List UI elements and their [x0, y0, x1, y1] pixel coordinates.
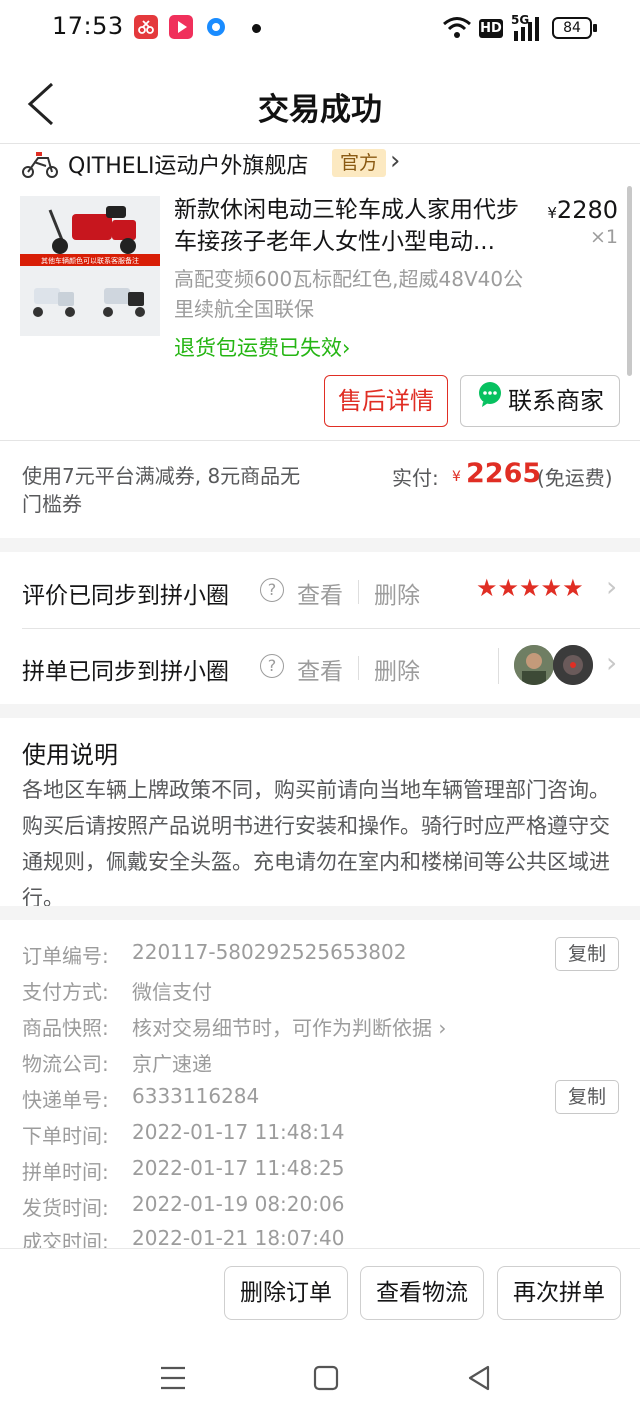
page-title: 交易成功 — [258, 92, 382, 128]
home-icon[interactable] — [313, 1365, 339, 1391]
paid-currency: ¥ — [452, 469, 461, 485]
help-icon[interactable]: ? — [260, 654, 284, 678]
logistics-company-label: 物流公司: — [22, 1052, 109, 1076]
payment-method-value: 微信支付 — [132, 980, 212, 1004]
contact-merchant-button[interactable]: 联系商家 — [460, 375, 620, 427]
product-title[interactable]: 新款休闲电动三轮车成人家用代步车接孩子老年人女性小型电动... — [174, 194, 534, 258]
ship-time-label: 发货时间: — [22, 1196, 109, 1220]
separator — [358, 580, 359, 604]
copy-tracking-number-button[interactable]: 复制 — [555, 1080, 619, 1114]
order-time-label: 下单时间: — [22, 1124, 109, 1148]
paid-label: 实付: — [392, 466, 439, 490]
hd-badge: HD — [479, 19, 503, 38]
copy-order-number-button[interactable]: 复制 — [555, 937, 619, 971]
price-currency: ¥ — [547, 204, 557, 222]
logistics-company-value: 京广速递 — [132, 1052, 212, 1076]
ship-time-value: 2022-01-19 08:20:06 — [132, 1192, 345, 1216]
product-price: ¥2280 — [547, 196, 618, 224]
usage-text: 各地区车辆上牌政策不同，购买前请向当地车辆管理部门咨询。购买后请按照产品说明书进… — [22, 778, 610, 910]
tracking-number-value: 6333116284 — [132, 1084, 260, 1108]
wifi-icon — [443, 17, 471, 38]
video-play-icon — [169, 15, 193, 39]
view-logistics-button[interactable]: 查看物流 — [360, 1266, 484, 1320]
refund-note: 退货包运费已失效 — [174, 336, 342, 360]
store-name[interactable]: QITHELI运动户外旗舰店 — [68, 148, 308, 180]
usage-heading: 使用说明 — [22, 741, 118, 769]
battery-tip — [593, 24, 597, 32]
star-icon: ★ — [476, 574, 498, 602]
order-number-label: 订单编号: — [22, 944, 109, 968]
rating-stars[interactable]: ★★★★★ — [476, 574, 584, 602]
menu-icon[interactable] — [160, 1364, 186, 1392]
product-quantity: ×1 — [589, 226, 618, 248]
group-sync-row: 拼单已同步到拼小圈 ? 查看 删除 › — [0, 628, 640, 704]
delete-order-button[interactable]: 删除订单 — [224, 1266, 348, 1320]
contact-merchant-label: 联系商家 — [508, 387, 604, 415]
battery-indicator: 84 — [552, 17, 592, 39]
separator — [498, 648, 499, 684]
signal-icon — [514, 17, 539, 41]
system-nav-bar — [0, 1346, 640, 1422]
payment-method-label: 支付方式: — [22, 980, 109, 1004]
order-info: 订单编号: 220117-580292525653802 复制 支付方式: 微信… — [0, 920, 640, 1254]
dot-icon — [252, 24, 261, 33]
scrollbar[interactable] — [627, 186, 632, 376]
order-number-value: 220117-580292525653802 — [132, 940, 407, 964]
review-sync-row: 评价已同步到拼小圈 ? 查看 删除 ★★★★★ › — [0, 552, 640, 628]
paid-amount: 2265 — [466, 458, 542, 489]
group-time-value: 2022-01-17 11:48:25 — [132, 1156, 345, 1180]
store-logo[interactable] — [20, 148, 60, 180]
price-value: 2280 — [556, 196, 618, 224]
snapshot-link[interactable]: 核对交易细节时，可作为判断依据 › — [132, 1012, 446, 1041]
avatar[interactable] — [514, 645, 554, 685]
review-sync-label: 评价已同步到拼小圈 — [22, 583, 229, 609]
order-time-value: 2022-01-17 11:48:14 — [132, 1120, 345, 1144]
tricycle-image: 其他车辆颜色可以联系客服备注 — [20, 196, 160, 336]
star-icon: ★ — [562, 574, 584, 602]
group-view-button[interactable]: 查看 — [297, 652, 343, 686]
status-time: 17:53 — [52, 12, 124, 40]
group-time-label: 拼单时间: — [22, 1160, 109, 1184]
section-gap — [0, 704, 640, 718]
store-logo-icon — [22, 152, 58, 178]
official-badge: 官方 — [332, 149, 387, 177]
review-view-button[interactable]: 查看 — [297, 576, 343, 610]
group-delete-button[interactable]: 删除 — [374, 652, 420, 686]
payment-divider — [0, 440, 640, 441]
tracking-number-label: 快递单号: — [22, 1088, 109, 1112]
reorder-button[interactable]: 再次拼单 — [497, 1266, 621, 1320]
chat-bubble-icon — [476, 375, 504, 425]
review-chevron-icon[interactable]: › — [606, 570, 617, 603]
header-divider — [0, 143, 640, 144]
help-icon[interactable]: ? — [260, 578, 284, 602]
section-gap — [0, 906, 640, 920]
refund-shipping-link[interactable]: 退货包运费已失效› — [174, 332, 350, 362]
group-sync-label: 拼单已同步到拼小圈 — [22, 659, 229, 685]
product-image[interactable]: 其他车辆颜色可以联系客服备注 — [20, 196, 160, 336]
status-bar: 17:53 HD 5G 84 — [0, 0, 640, 58]
store-chevron-icon[interactable]: › — [390, 146, 400, 176]
separator — [358, 656, 359, 680]
deal-time-value: 2022-01-21 18:07:40 — [132, 1226, 345, 1250]
product-spec: 高配变频600瓦标配红色,超威48V40公里续航全国联保 — [174, 267, 524, 321]
avatar[interactable] — [553, 645, 593, 685]
browser-icon — [204, 15, 228, 39]
star-icon: ★ — [497, 574, 520, 602]
app-scissors-icon — [134, 15, 158, 39]
after-sale-button[interactable]: 售后详情 — [324, 375, 448, 427]
group-chevron-icon[interactable]: › — [606, 646, 617, 679]
coupon-text: 使用7元平台满减券, 8元商品无门槛券 — [22, 464, 301, 516]
review-delete-button[interactable]: 删除 — [374, 576, 420, 610]
star-icon: ★ — [540, 574, 563, 602]
product-image-caption: 其他车辆颜色可以联系客服备注 — [41, 256, 139, 265]
shipping-note: (免运费) — [537, 466, 613, 490]
star-icon: ★ — [519, 574, 541, 602]
snapshot-label: 商品快照: — [22, 1016, 109, 1040]
section-gap — [0, 538, 640, 552]
back-nav-icon[interactable] — [466, 1364, 492, 1392]
refund-chevron-icon: › — [342, 336, 351, 360]
